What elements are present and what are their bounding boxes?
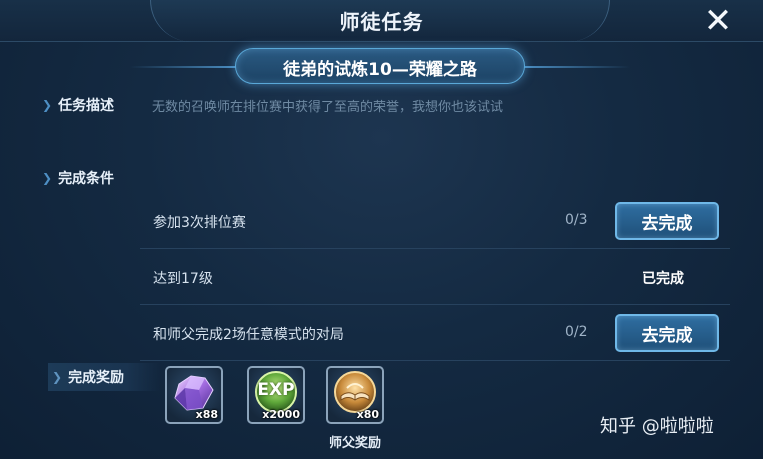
task-progress: 0/2 [565,324,588,340]
master-reward-caption: 师父奖励 [328,436,381,451]
task-row: 和师父完成2场任意模式的对局 0/2 去完成 [140,307,730,361]
description-text: 无数的召唤师在排位赛中获得了至高的荣誉，我想你也该试试 [152,100,504,115]
task-row: 达到17级 已完成 [140,251,730,305]
description-label: 任务描述 [58,98,115,114]
conditions-label: 完成条件 [58,171,115,187]
go-complete-button[interactable]: 去完成 [615,314,719,352]
close-button[interactable]: ✕ [700,4,736,38]
subtitle-glow-left [130,66,240,68]
rewards-section-label: ❯ 完成奖励 [52,364,124,390]
task-completed-status: 已完成 [642,271,684,287]
go-complete-button[interactable]: 去完成 [615,202,719,240]
reward-count: x80 [356,408,379,421]
reward-item-diamond[interactable]: x88 [165,366,223,424]
reward-item-exp[interactable]: EXP x2000 [247,366,305,424]
reward-count: x2000 [262,408,300,421]
task-text: 参加3次排位赛 [153,215,246,231]
conditions-section-label: ❯ 完成条件 [42,165,114,191]
page-title: 师徒任务 [339,10,424,34]
watermark: 知乎 @啦啦啦 [600,416,714,437]
rewards-label: 完成奖励 [68,370,125,386]
quest-subtitle: 徒弟的试炼10—荣耀之路 [283,60,477,80]
task-text: 和师父完成2场任意模式的对局 [153,327,344,343]
task-text: 达到17级 [153,271,213,287]
task-progress: 0/3 [565,212,588,228]
top-bar: 师徒任务 ✕ [0,0,763,42]
task-row: 参加3次排位赛 0/3 去完成 [140,195,730,249]
reward-count: x88 [195,408,218,421]
reward-item-master[interactable]: x80 [326,366,384,424]
description-section-label: ❯ 任务描述 [42,92,114,118]
chevron-right-icon: ❯ [52,370,63,384]
chevron-right-icon: ❯ [42,171,53,185]
chevron-right-icon: ❯ [42,98,53,112]
subtitle-banner: 徒弟的试炼10—荣耀之路 [235,48,525,84]
subtitle-glow-right [520,66,630,68]
exp-icon-text: EXP [257,380,295,400]
